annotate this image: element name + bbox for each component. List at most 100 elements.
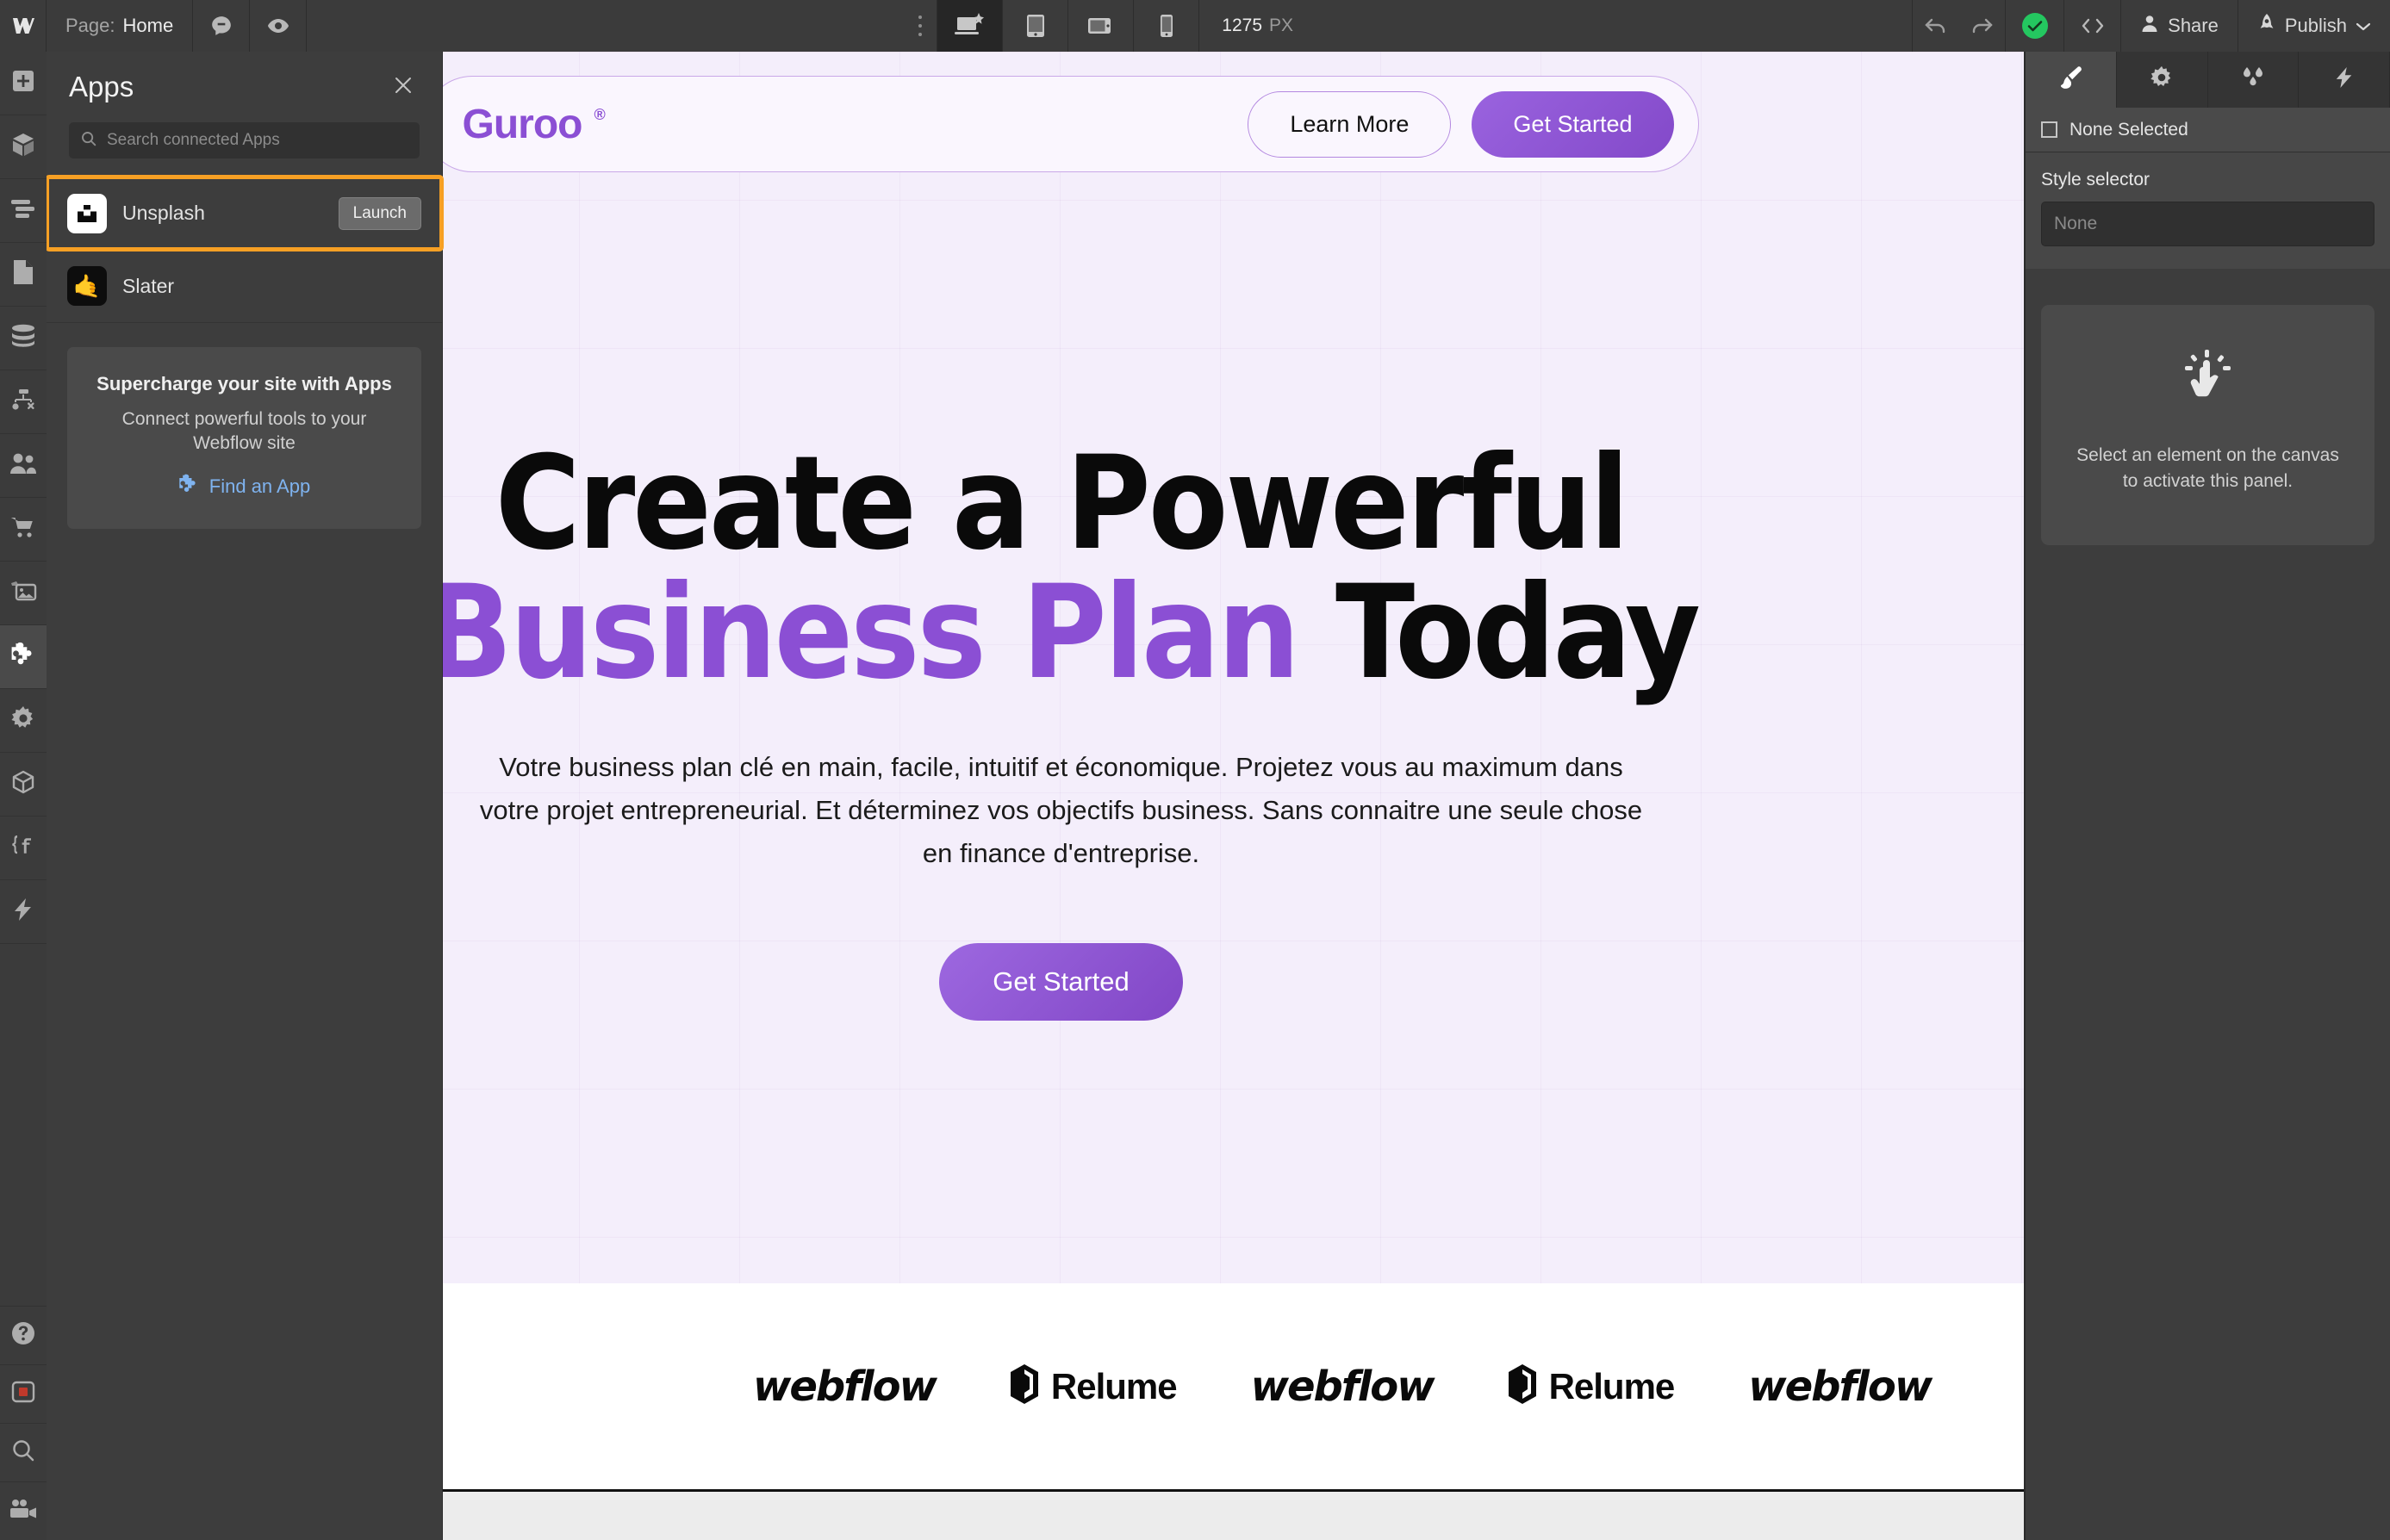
close-x-icon[interactable] <box>387 71 420 103</box>
flow-node-icon <box>10 388 36 415</box>
eye-preview-icon[interactable] <box>250 0 308 52</box>
logo-relume-text: Relume <box>1050 1365 1178 1406</box>
hero-paragraph[interactable]: Votre business plan clé en main, facile,… <box>471 746 1652 876</box>
sidebar-item-quick-actions[interactable] <box>0 880 47 944</box>
site-navbar[interactable]: Guroo ® Learn More Get Started <box>443 76 1699 172</box>
search-icon <box>81 131 96 151</box>
canvas-width-value: 1275 <box>1222 16 1263 35</box>
stop-recording-button[interactable] <box>0 1364 47 1423</box>
hero-section[interactable]: Guroo ® Learn More Get Started Create a … <box>443 52 2024 1283</box>
app-name-slater: Slater <box>122 274 175 297</box>
style-selector-section: Style selector None <box>2026 152 2390 269</box>
collaborators-button[interactable] <box>0 1481 47 1540</box>
breakpoint-tablet-landscape[interactable] <box>1068 0 1135 52</box>
relume-hex-icon <box>1010 1363 1039 1409</box>
sidebar-item-navigator[interactable] <box>0 179 47 243</box>
logo-webflow-2: webflow <box>1251 1363 1435 1411</box>
puzzle-piece-icon <box>10 642 36 672</box>
headline-line-2-rest: Today <box>1298 558 1701 708</box>
share-label: Share <box>2168 15 2219 36</box>
logo-webflow-text: webflow <box>1748 1362 1933 1411</box>
canvas-width-display[interactable]: 1275 PX <box>1199 0 1316 52</box>
find-an-app-link[interactable]: Find an App <box>90 474 399 500</box>
tab-effects[interactable] <box>2299 52 2390 108</box>
style-selector-label: Style selector <box>2041 170 2150 189</box>
breakpoint-mobile[interactable] <box>1134 0 1200 52</box>
logo-relume-text: Relume <box>1548 1365 1676 1406</box>
square-outline-icon <box>2041 121 2057 138</box>
sidebar-item-components[interactable] <box>0 115 47 179</box>
sidebar-item-ecommerce[interactable] <box>0 498 47 562</box>
share-button[interactable]: Share <box>2120 0 2238 52</box>
canvas-width-unit: PX <box>1269 16 1294 35</box>
app-list-item-unsplash[interactable]: Unsplash Launch <box>45 175 444 251</box>
lightning-icon <box>12 897 34 926</box>
design-canvas[interactable]: Guroo ® Learn More Get Started Create a … <box>443 52 2025 1540</box>
style-selector-input[interactable]: None <box>2041 202 2374 246</box>
page-name: Home <box>122 15 174 36</box>
sidebar-item-libraries[interactable] <box>0 753 47 817</box>
brand-registered-mark: ® <box>594 105 605 123</box>
search-connected-apps-input[interactable]: Search connected Apps <box>69 122 420 158</box>
apps-promo-subtitle: Connect powerful tools to your Webflow s… <box>121 409 367 454</box>
nav-learn-more-button[interactable]: Learn More <box>1248 90 1452 158</box>
help-button[interactable] <box>0 1306 47 1364</box>
sidebar-item-cms[interactable] <box>0 307 47 370</box>
app-list-item-slater[interactable]: 🤙 Slater <box>47 250 442 323</box>
brand-logo[interactable]: Guroo ® <box>463 101 606 148</box>
paint-brush-icon <box>2057 65 2083 95</box>
sidebar-item-site-settings[interactable] <box>0 689 47 753</box>
click-cursor-icon <box>2070 350 2345 403</box>
logo-strip-section[interactable]: Cost average webflow Relume webflow <box>443 1283 2024 1492</box>
relume-hex-icon <box>1508 1363 1537 1409</box>
breakpoint-desktop[interactable] <box>937 0 1004 52</box>
apps-promo-card: Supercharge your site with Apps Connect … <box>67 347 421 529</box>
publish-button[interactable]: Publish <box>2237 0 2390 52</box>
more-vertical-icon[interactable] <box>903 0 938 52</box>
tab-settings[interactable] <box>2117 52 2208 108</box>
sidebar-item-logic[interactable] <box>0 370 47 434</box>
people-icon <box>9 452 37 479</box>
search-placeholder: Search connected Apps <box>107 131 280 149</box>
sidebar-item-apps[interactable] <box>0 625 47 689</box>
code-brackets-icon[interactable] <box>2063 0 2120 52</box>
selection-indicator: None Selected <box>2026 108 2390 152</box>
undo-icon[interactable] <box>1912 0 1958 52</box>
sidebar-item-variables[interactable] <box>0 817 47 880</box>
style-panel-tabs <box>2026 52 2390 108</box>
search-button[interactable] <box>0 1423 47 1481</box>
top-toolbar: Page: Home 1275 PX Share Publish <box>0 0 2390 52</box>
cube-icon <box>10 132 36 162</box>
breakpoint-tablet[interactable] <box>1003 0 1069 52</box>
comment-icon[interactable] <box>193 0 251 52</box>
hero-get-started-button[interactable]: Get Started <box>939 942 1183 1021</box>
saved-check-icon[interactable] <box>2005 0 2063 52</box>
launch-unsplash-button[interactable]: Launch <box>338 196 421 230</box>
tab-style[interactable] <box>2026 52 2117 108</box>
apps-panel-header: Apps <box>47 52 442 109</box>
breakpoint-switcher: 1275 PX <box>903 0 1316 52</box>
logo-webflow-text: webflow <box>753 1362 937 1411</box>
redo-icon[interactable] <box>1958 0 2005 52</box>
hero-headline[interactable]: Create a Powerful Business Plan Today <box>443 439 2024 698</box>
app-name-unsplash: Unsplash <box>122 202 205 224</box>
sidebar-item-assets[interactable] <box>0 562 47 625</box>
logo-relume-2: Relume <box>1508 1363 1675 1409</box>
headline-line-1: Create a Powerful <box>495 429 1630 579</box>
sidebar-item-pages[interactable] <box>0 243 47 307</box>
page-indicator[interactable]: Page: Home <box>47 0 194 52</box>
shopping-cart-icon <box>10 516 36 543</box>
logo-webflow-1: webflow <box>753 1362 937 1411</box>
nav-get-started-button[interactable]: Get Started <box>1472 90 1674 158</box>
images-icon <box>9 580 37 606</box>
selection-label: None Selected <box>2069 119 2188 140</box>
sidebar-item-add-elements[interactable] <box>0 52 47 115</box>
tab-interactions[interactable] <box>2208 52 2300 108</box>
package-3d-icon <box>11 770 35 798</box>
rocket-icon <box>2257 13 2276 39</box>
question-circle-icon <box>10 1320 36 1351</box>
next-section-placeholder[interactable] <box>443 1492 2024 1540</box>
apps-promo-title: Supercharge your site with Apps <box>96 373 392 394</box>
sidebar-item-users[interactable] <box>0 434 47 498</box>
webflow-logo-icon[interactable] <box>0 0 47 52</box>
